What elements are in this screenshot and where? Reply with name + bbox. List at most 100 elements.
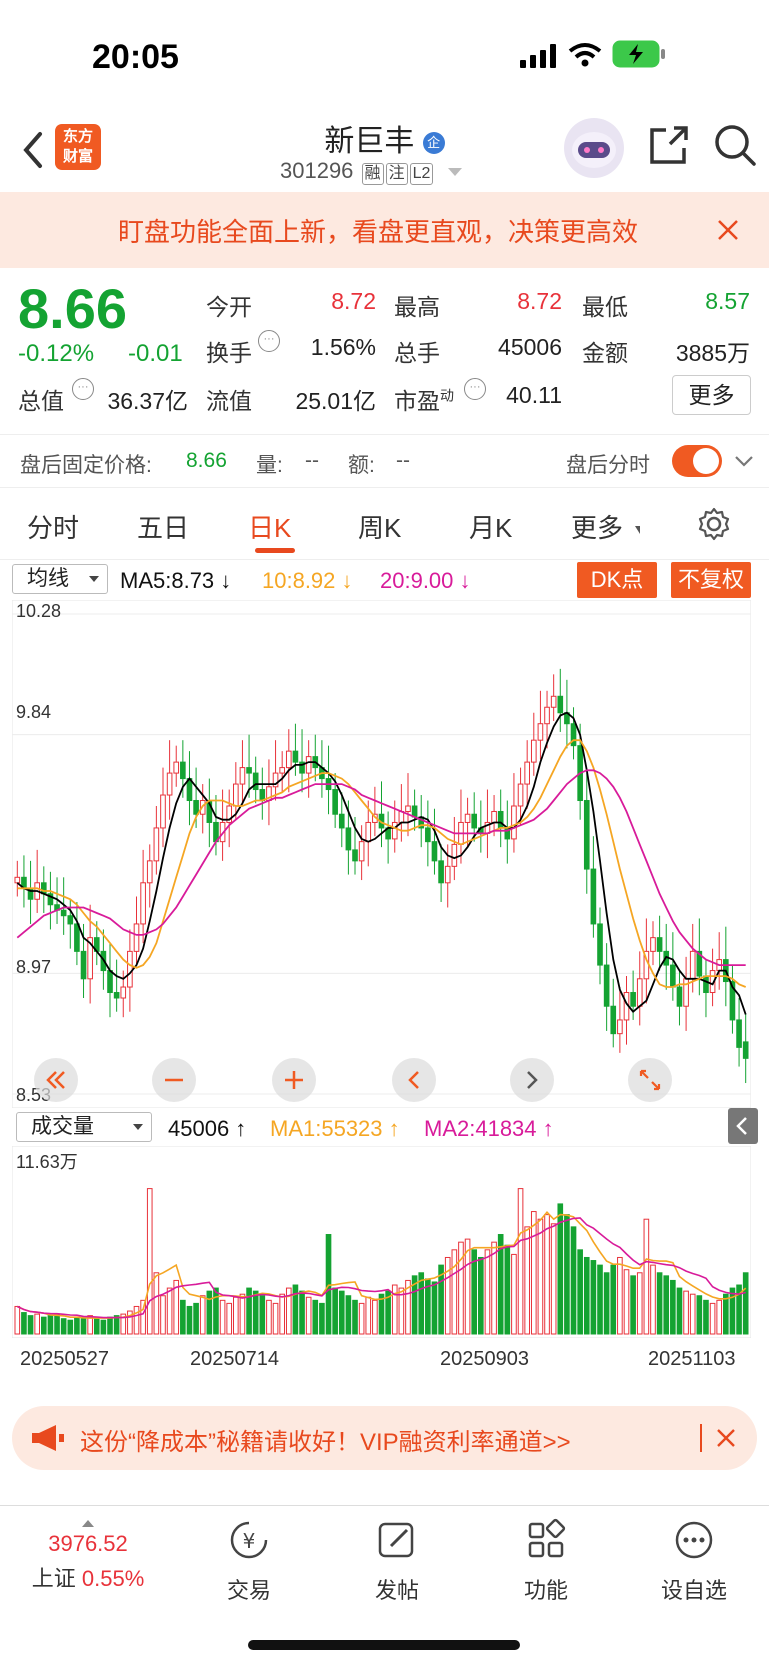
candle <box>517 783 524 807</box>
volume-bar <box>723 1293 729 1335</box>
amount-label: 金额 <box>582 340 628 366</box>
more-info-icon[interactable]: ··· <box>258 330 280 352</box>
chevron-down-icon[interactable] <box>734 453 754 469</box>
x-tick-4: 20251103 <box>648 1348 736 1370</box>
volume-bar <box>656 1272 663 1335</box>
volume-bar <box>206 1290 213 1335</box>
volume-bar <box>550 1223 557 1335</box>
scroll-left-button[interactable] <box>392 1058 436 1102</box>
indicator-select-label: 均线 <box>27 567 69 590</box>
search-icon[interactable] <box>712 122 758 168</box>
candle <box>67 915 74 925</box>
fullscreen-button[interactable] <box>628 1058 672 1102</box>
candle <box>630 992 636 1007</box>
candle <box>233 783 239 807</box>
tab-monthly-k[interactable]: 月K <box>469 508 512 545</box>
close-icon[interactable] <box>716 218 740 242</box>
tab-weekly-k[interactable]: 周K <box>358 508 401 545</box>
feature-banner[interactable]: 盯盘功能全面上新，看盘更直观，决策更高效 <box>0 192 769 268</box>
volume-bar <box>252 1290 259 1335</box>
candle <box>365 821 372 843</box>
volume-bar <box>431 1281 438 1335</box>
nav-post[interactable]: 发帖 <box>337 1518 457 1605</box>
more-info-icon[interactable]: ··· <box>464 378 486 400</box>
volume-bar <box>186 1305 193 1335</box>
volume-bar <box>564 1214 570 1335</box>
candle <box>74 923 80 952</box>
nav-trade[interactable]: ¥ 交易 <box>189 1518 309 1605</box>
candle <box>431 841 438 862</box>
candle <box>451 843 458 867</box>
kline-chart[interactable] <box>12 600 751 1108</box>
banner-text: 盯盘功能全面上新，看盘更直观，决策更高效 <box>118 217 639 247</box>
candle <box>180 761 186 780</box>
zoom-in-button[interactable] <box>272 1058 316 1102</box>
candle <box>590 868 597 925</box>
zoom-out-button[interactable] <box>152 1058 196 1102</box>
volume-bar <box>14 1305 21 1335</box>
indicator-select[interactable]: 均线 <box>12 564 108 594</box>
open-label: 今开 <box>206 294 252 320</box>
volume-bar <box>54 1313 60 1335</box>
more-button[interactable]: 更多 <box>672 375 751 415</box>
ma5-text: MA5:8.73 <box>120 568 215 593</box>
gear-icon[interactable] <box>696 506 732 542</box>
candle <box>670 964 676 988</box>
robot-icon <box>572 132 616 168</box>
candle <box>146 860 153 884</box>
candle <box>40 882 47 895</box>
tab-intraday[interactable]: 分时 <box>27 508 79 545</box>
candle <box>444 865 451 884</box>
candle <box>166 772 173 796</box>
candle <box>80 950 87 980</box>
period-tabs: 分时 五日 日K 周K 月K 更多 <box>0 490 769 560</box>
volume-chart[interactable] <box>12 1146 751 1338</box>
more-info-icon[interactable]: ··· <box>72 378 94 400</box>
share-icon[interactable] <box>646 122 692 168</box>
plus-icon <box>285 1071 303 1089</box>
nav-trade-label: 交易 <box>226 1578 271 1603</box>
candle <box>524 761 530 785</box>
scroll-left-fast-button[interactable] <box>34 1058 78 1102</box>
nav-add-watchlist[interactable]: 设自选 <box>634 1518 754 1605</box>
tab-more[interactable]: 更多 <box>571 508 623 545</box>
candle <box>113 992 120 999</box>
promo-bar[interactable]: 这份“降成本”秘籍请收好！VIP融资利率通道>> <box>12 1406 757 1470</box>
volume-bar <box>544 1214 550 1335</box>
chevron-down-icon[interactable] <box>447 168 462 177</box>
expand-icon <box>639 1069 661 1091</box>
candle <box>411 805 418 818</box>
scroll-right-button[interactable] <box>510 1058 554 1102</box>
pe-label: 市盈动 <box>394 382 454 416</box>
candle <box>703 975 709 994</box>
candle <box>153 827 160 862</box>
volume-bar <box>21 1312 27 1335</box>
vol-ma1-text: MA1:55323 <box>270 1116 383 1141</box>
after-hours-toggle[interactable] <box>672 445 722 477</box>
ma-legend-row: 均线 MA5:8.73 ↓ 10:8.92 ↓ 20:9.00 ↓ DK点 不复… <box>0 560 769 600</box>
volume-bar <box>60 1318 67 1335</box>
candle <box>610 1005 617 1035</box>
index-ticker[interactable]: 3976.52 上证 0.55% <box>28 1520 148 1593</box>
candle <box>676 986 683 1007</box>
volume-bar <box>478 1256 484 1335</box>
candle <box>193 800 199 815</box>
volume-indicator-select[interactable]: 成交量 <box>16 1112 152 1142</box>
assistant-avatar[interactable] <box>564 118 624 178</box>
tag-margin: 融 <box>361 163 384 185</box>
status-time: 20:05 <box>92 38 179 76</box>
nav-post-label: 发帖 <box>374 1578 419 1603</box>
home-indicator[interactable] <box>248 1640 520 1650</box>
candle <box>60 909 67 917</box>
tab-daily-k[interactable]: 日K <box>248 508 291 545</box>
close-icon[interactable] <box>716 1428 736 1448</box>
dk-point-button[interactable]: DK点 <box>577 562 657 598</box>
candle <box>252 772 259 791</box>
candle <box>603 964 610 1007</box>
tab-five-day[interactable]: 五日 <box>137 508 189 545</box>
adjust-button[interactable]: 不复权 <box>671 562 751 598</box>
quote-panel: 8.66 -0.12% -0.01 今开 8.72 最高 8.72 最低 8.5… <box>0 268 769 428</box>
nav-functions[interactable]: 功能 <box>486 1518 606 1605</box>
candle <box>438 860 444 884</box>
candle <box>736 1019 742 1048</box>
